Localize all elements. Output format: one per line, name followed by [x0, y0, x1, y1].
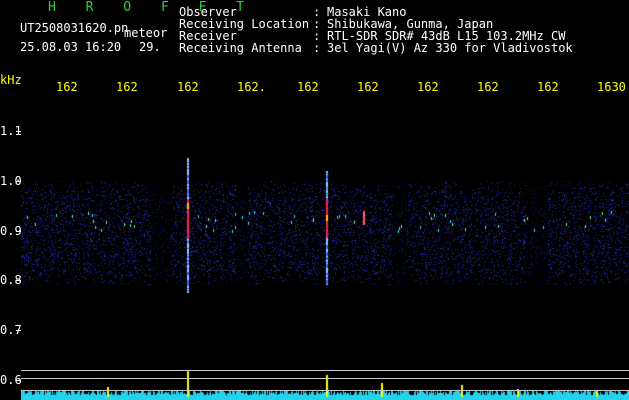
time-tick-label: 162 — [177, 80, 199, 94]
time-tick-label: 162 — [357, 80, 379, 94]
time-tick-label: 162 — [56, 80, 78, 94]
info-sep: : — [313, 41, 321, 55]
info-value-antenna: 3el Yagi(V) Az 330 for Vladivostok — [327, 41, 573, 55]
time-tick-label: 162 — [537, 80, 559, 94]
time-tick-label: 162 — [417, 80, 439, 94]
spectrogram-canvas — [21, 103, 629, 400]
frame-number: 29. — [139, 40, 161, 54]
freq-unit-label: kHz — [0, 73, 22, 87]
mode-label: meteor — [124, 26, 168, 40]
timestamp: 25.08.03 16:20 — [20, 40, 122, 54]
power-reference-line — [21, 390, 629, 391]
hrofft-display: H R O F F T UT2508031620.pn meteor 25.08… — [0, 0, 629, 400]
file-name: UT2508031620.pn — [20, 21, 129, 35]
time-tick-label: 162. — [237, 80, 266, 94]
power-reference-line — [21, 370, 629, 371]
time-tick-label: 162 — [116, 80, 138, 94]
time-tick-label: 162 — [477, 80, 499, 94]
info-label-antenna: Receiving Antenna — [179, 41, 302, 55]
time-tick-label: 162 — [297, 80, 319, 94]
power-reference-line — [21, 378, 629, 379]
time-tick-label: 1630 — [597, 80, 626, 94]
